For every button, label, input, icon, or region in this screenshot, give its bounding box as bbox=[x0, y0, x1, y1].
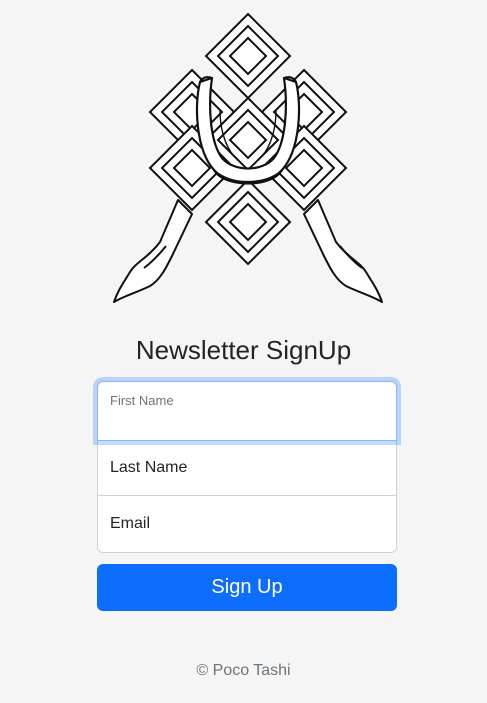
signup-page: Newsletter SignUp First Name Last Name E… bbox=[0, 0, 487, 703]
signup-form: First Name Last Name Email bbox=[97, 381, 397, 553]
page-title: Newsletter SignUp bbox=[135, 335, 352, 365]
email-field[interactable]: Email bbox=[97, 495, 397, 553]
first-name-label: First Name bbox=[110, 393, 174, 408]
email-placeholder: Email bbox=[110, 515, 151, 532]
first-name-field[interactable]: First Name bbox=[97, 381, 397, 441]
last-name-field[interactable]: Last Name bbox=[97, 440, 397, 496]
endless-knot-icon bbox=[113, 12, 383, 303]
footer-copyright: © Poco Tashi bbox=[196, 662, 291, 679]
last-name-placeholder: Last Name bbox=[110, 459, 188, 476]
sign-up-button[interactable]: Sign Up bbox=[97, 564, 397, 611]
